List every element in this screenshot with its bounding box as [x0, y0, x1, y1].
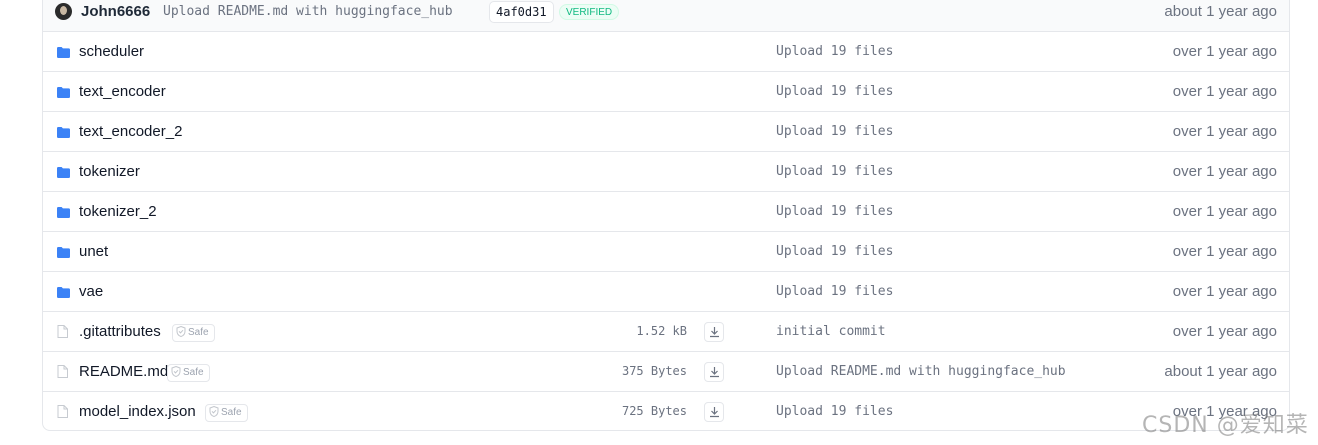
folder-icon [57, 125, 70, 143]
safe-label: Safe [183, 367, 204, 378]
last-commit-date: over 1 year ago [1172, 283, 1277, 300]
folder-icon [57, 285, 70, 303]
file-name-link[interactable]: text_encoder [79, 83, 166, 100]
last-commit-date: over 1 year ago [1172, 123, 1277, 140]
last-commit-message[interactable]: Upload 19 files [776, 404, 893, 419]
last-commit-message[interactable]: Upload 19 files [776, 164, 893, 179]
safe-label: Safe [221, 407, 242, 418]
safe-badge[interactable]: Safe [172, 324, 215, 342]
last-commit-message[interactable]: Upload 19 files [776, 244, 893, 259]
table-row[interactable]: unet Upload 19 files over 1 year ago [43, 232, 1289, 272]
file-icon [57, 405, 68, 423]
last-commit-message[interactable]: Upload 19 files [776, 84, 893, 99]
last-commit-message[interactable]: Upload 19 files [776, 284, 893, 299]
file-size: 1.52 kB [636, 324, 687, 338]
table-row[interactable]: README.md Safe 375 Bytes Upload README.md w… [43, 352, 1289, 392]
table-row[interactable]: model_index.json Safe 725 Bytes Upload 19 f… [43, 392, 1289, 432]
last-commit-date: over 1 year ago [1172, 43, 1277, 60]
file-name-link[interactable]: text_encoder_2 [79, 123, 182, 140]
commit-date: about 1 year ago [1164, 3, 1277, 20]
commit-hash[interactable]: 4af0d31 [489, 1, 554, 23]
folder-icon [57, 205, 70, 223]
file-name-link[interactable]: vae [79, 283, 103, 300]
file-size: 375 Bytes [621, 364, 687, 378]
folder-icon [57, 165, 70, 183]
last-commit-date: about 1 year ago [1164, 363, 1277, 380]
file-name-link[interactable]: tokenizer [79, 163, 140, 180]
last-commit-message[interactable]: Upload 19 files [776, 124, 893, 139]
file-name-link[interactable]: unet [79, 243, 108, 260]
safe-badge[interactable]: Safe [205, 404, 248, 422]
table-row[interactable]: tokenizer_2 Upload 19 files over 1 year ag… [43, 192, 1289, 232]
verified-badge: VERIFIED [559, 4, 620, 20]
last-commit-message[interactable]: initial commit [776, 324, 886, 339]
commit-author[interactable]: John6666 [81, 3, 150, 20]
file-icon [57, 325, 68, 343]
file-name-link[interactable]: tokenizer_2 [79, 203, 157, 220]
table-row[interactable]: .gitattributes Safe 1.52 kB initial commit o… [43, 312, 1289, 352]
last-commit-bar: John6666 Upload README.md with huggingfa… [43, 0, 1289, 32]
last-commit-date: over 1 year ago [1172, 163, 1277, 180]
last-commit-date: over 1 year ago [1172, 243, 1277, 260]
last-commit-message[interactable]: Upload README.md with huggingface_hub [776, 364, 1066, 379]
table-row[interactable]: text_encoder_2 Upload 19 files over 1 year… [43, 112, 1289, 152]
last-commit-date: over 1 year ago [1172, 83, 1277, 100]
table-row[interactable]: vae Upload 19 files over 1 year ago [43, 272, 1289, 312]
folder-icon [57, 45, 70, 63]
download-button[interactable] [704, 402, 724, 422]
table-row[interactable]: tokenizer Upload 19 files over 1 year ago [43, 152, 1289, 192]
safe-badge[interactable]: Safe [167, 364, 210, 382]
file-name-link[interactable]: README.md [79, 363, 168, 380]
file-icon [57, 365, 68, 383]
avatar[interactable] [55, 3, 72, 20]
file-list-container: John6666 Upload README.md with huggingfa… [42, 0, 1290, 431]
file-name-link[interactable]: model_index.json [79, 403, 196, 420]
download-button[interactable] [704, 362, 724, 382]
last-commit-message[interactable]: Upload 19 files [776, 44, 893, 59]
safe-label: Safe [188, 327, 209, 338]
folder-icon [57, 85, 70, 103]
folder-icon [57, 245, 70, 263]
file-name-link[interactable]: .gitattributes [79, 323, 161, 340]
last-commit-date: over 1 year ago [1172, 323, 1277, 340]
watermark: CSDN @爱知菜 [1142, 413, 1309, 438]
file-size: 725 Bytes [621, 404, 687, 418]
table-row[interactable]: text_encoder Upload 19 files over 1 year a… [43, 72, 1289, 112]
download-button[interactable] [704, 322, 724, 342]
last-commit-message[interactable]: Upload 19 files [776, 204, 893, 219]
table-row[interactable]: scheduler Upload 19 files over 1 year ago [43, 32, 1289, 72]
commit-message[interactable]: Upload README.md with huggingface_hub [163, 4, 453, 19]
last-commit-date: over 1 year ago [1172, 203, 1277, 220]
file-name-link[interactable]: scheduler [79, 43, 144, 60]
